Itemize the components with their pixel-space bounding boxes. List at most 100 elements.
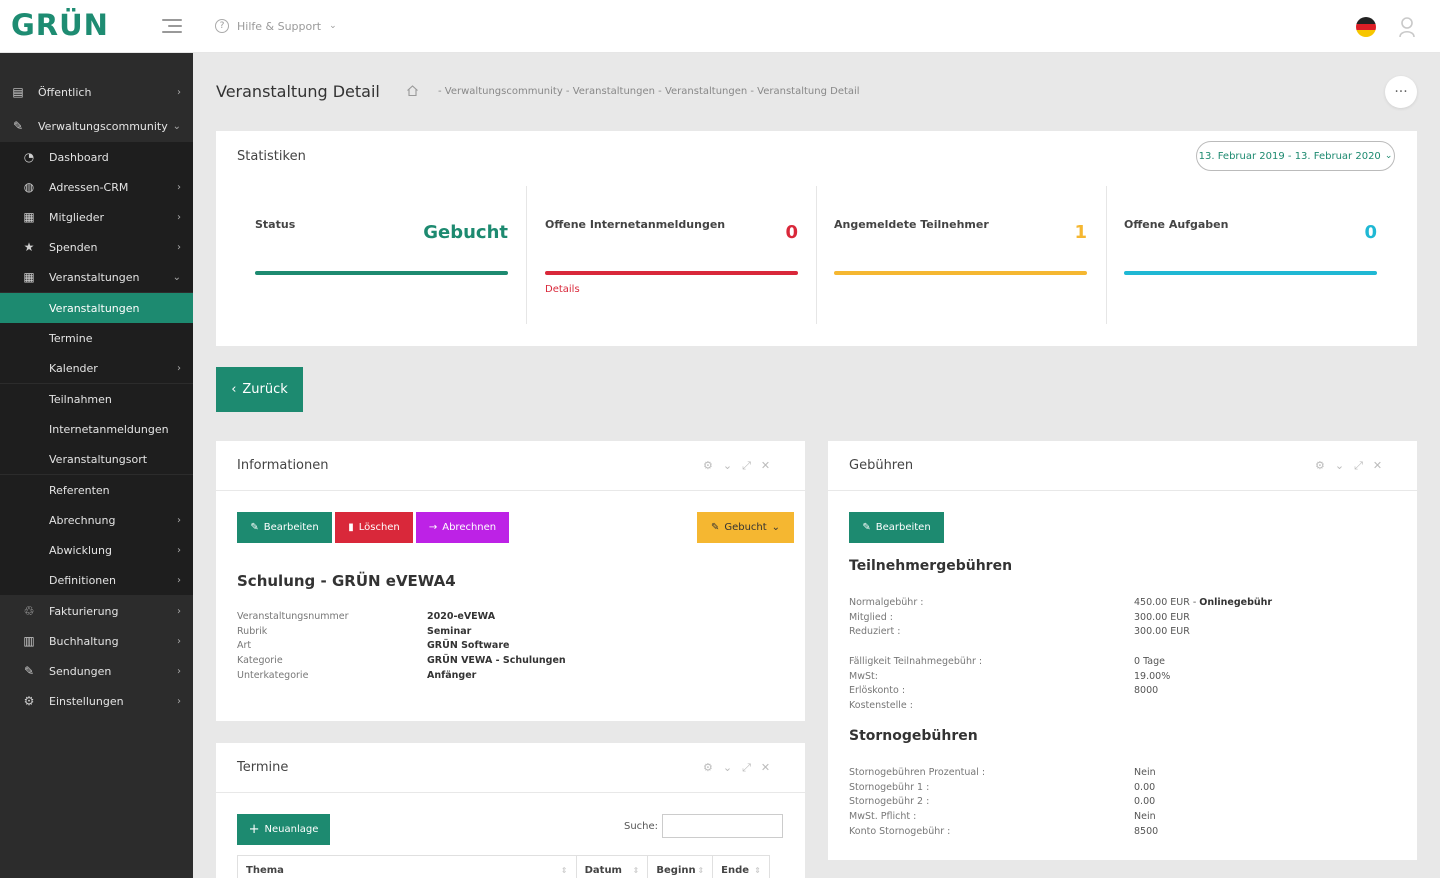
panel-title: Termine <box>237 760 289 775</box>
sidebar-item-adressen-crm[interactable]: ◍ Adressen-CRM › <box>0 172 193 202</box>
fee-keys-2: Fälligkeit Teilnahmegebühr : MwSt: Erlös… <box>849 656 983 712</box>
edit-fees-button[interactable]: ✎ Bearbeiten <box>849 512 944 543</box>
sidebar-item-veranstaltungen-group[interactable]: ▦ Veranstaltungen ⌄ <box>0 262 193 292</box>
search-input[interactable] <box>662 814 783 838</box>
info-values: 2020-eVEWA Seminar GRÜN Software GRÜN VE… <box>427 611 566 681</box>
logo[interactable]: GRÜN <box>11 8 109 42</box>
divider <box>1106 186 1107 324</box>
sidebar-item-dashboard[interactable]: ◔ Dashboard <box>0 142 193 172</box>
chevron-left-icon: ‹ <box>231 382 237 397</box>
close-icon[interactable]: ✕ <box>1373 459 1382 473</box>
sidebar-item-sendungen[interactable]: ✎ Sendungen › <box>0 656 193 686</box>
sidebar-item-spenden[interactable]: ★ Spenden › <box>0 232 193 262</box>
stat-status: Status Gebucht <box>255 186 508 326</box>
sidebar-item-termine[interactable]: Termine <box>0 323 193 353</box>
chevron-down-icon: ⌄ <box>329 21 337 31</box>
panel-tools: ⚙ ⌄ ⤢ ✕ <box>703 761 770 775</box>
fee-keys-1: Normalgebühr : Mitglied : Reduziert : <box>849 597 924 638</box>
chevron-right-icon: › <box>177 181 181 193</box>
gear-icon[interactable]: ⚙ <box>703 761 713 775</box>
sidebar-item-definitionen[interactable]: Definitionen › <box>0 565 193 595</box>
chevron-right-icon: › <box>177 665 181 677</box>
stat-bar <box>834 271 1087 275</box>
close-icon[interactable]: ✕ <box>761 761 770 775</box>
panel-tools: ⚙ ⌄ ⤢ ✕ <box>703 459 770 473</box>
expand-icon[interactable]: ⤢ <box>742 761 751 775</box>
stat-offene-internetanmeldungen: Offene Internetanmeldungen 0 Details <box>545 186 798 326</box>
date-range-picker[interactable]: 13. Februar 2019 - 13. Februar 2020 ⌄ <box>1196 141 1395 171</box>
sort-icon: ⇕ <box>754 865 761 875</box>
divider <box>816 186 817 324</box>
info-keys: Veranstaltungsnummer Rubrik Art Kategori… <box>237 611 349 681</box>
fee-keys-3: Stornogebühren Prozentual : Stornogebühr… <box>849 767 986 837</box>
sidebar-item-verwaltungscommunity[interactable]: ✎ Verwaltungscommunity ⌄ <box>0 111 193 141</box>
column-header-beginn[interactable]: Beginn ⇕ <box>648 856 714 878</box>
divider <box>526 186 527 324</box>
sidebar-item-veranstaltungsort[interactable]: Veranstaltungsort <box>0 444 193 474</box>
edit-button[interactable]: ✎ Bearbeiten <box>237 512 332 543</box>
sidebar-item-internetanmeldungen[interactable]: Internetanmeldungen <box>0 414 193 444</box>
id-card-icon: ▦ <box>23 210 35 224</box>
termine-panel: Termine ⚙ ⌄ ⤢ ✕ + Neuanlage Suche: Thema… <box>216 743 805 878</box>
stat-value: Gebucht <box>423 222 508 243</box>
statistics-card: Statistiken 13. Februar 2019 - 13. Febru… <box>216 131 1417 346</box>
chevron-right-icon: › <box>177 241 181 253</box>
expand-icon[interactable]: ⤢ <box>742 459 751 473</box>
collapse-icon[interactable]: ⌄ <box>723 761 732 775</box>
chevron-right-icon: › <box>177 514 181 526</box>
german-flag-icon[interactable] <box>1356 17 1376 37</box>
more-options-button[interactable]: ··· <box>1385 76 1417 108</box>
stat-value: 0 <box>1364 222 1377 243</box>
bill-button[interactable]: → Abrechnen <box>416 512 509 543</box>
panel-header: Gebühren ⚙ ⌄ ⤢ ✕ <box>828 441 1417 491</box>
information-panel: Informationen ⚙ ⌄ ⤢ ✕ ✎ Bearbeiten ▮ Lös… <box>216 441 805 721</box>
sidebar-item-veranstaltungen[interactable]: Veranstaltungen <box>0 293 193 323</box>
panel-title: Informationen <box>237 458 329 473</box>
user-icon[interactable] <box>1398 16 1416 38</box>
sidebar-item-mitglieder[interactable]: ▦ Mitglieder › <box>0 202 193 232</box>
home-icon[interactable] <box>406 84 419 97</box>
gear-icon[interactable]: ⚙ <box>1315 459 1325 473</box>
close-icon[interactable]: ✕ <box>761 459 770 473</box>
stat-offene-aufgaben: Offene Aufgaben 0 <box>1124 186 1377 326</box>
back-button-label: Zurück <box>242 382 288 397</box>
ledger-icon: ▥ <box>23 634 35 648</box>
sidebar-item-kalender[interactable]: Kalender › <box>0 353 193 383</box>
sidebar-item-fakturierung[interactable]: ♲ Fakturierung › <box>0 596 193 626</box>
help-support-menu[interactable]: ? Hilfe & Support ⌄ <box>215 19 337 33</box>
edit-fees-label: Bearbeiten <box>875 522 931 533</box>
sidebar-item-referenten[interactable]: Referenten <box>0 475 193 505</box>
column-header-datum[interactable]: Datum ⇕ <box>577 856 649 878</box>
new-entry-button[interactable]: + Neuanlage <box>237 814 330 845</box>
expand-icon[interactable]: ⤢ <box>1354 459 1363 473</box>
grid-icon: ▦ <box>23 270 35 284</box>
sidebar-item-abrechnung[interactable]: Abrechnung › <box>0 505 193 535</box>
cancellation-fees-heading: Stornogebühren <box>849 728 978 744</box>
sort-icon: ⇕ <box>632 865 640 875</box>
status-dropdown[interactable]: ✎ Gebucht ⌄ <box>697 512 794 543</box>
sidebar-item-teilnahmen[interactable]: Teilnahmen <box>0 384 193 414</box>
new-entry-label: Neuanlage <box>264 824 319 835</box>
help-support-label: Hilfe & Support <box>237 19 322 33</box>
breadcrumb[interactable]: - Verwaltungscommunity - Veranstaltungen… <box>438 86 860 97</box>
chevron-right-icon: › <box>177 605 181 617</box>
stat-bar <box>1124 271 1377 275</box>
collapse-icon[interactable]: ⌄ <box>723 459 732 473</box>
statistics-title: Statistiken <box>237 149 306 164</box>
fee-values-3: Nein 0.00 0.00 Nein 8500 <box>1134 767 1159 837</box>
back-button[interactable]: ‹ Zurück <box>216 367 303 412</box>
sidebar-item-abwicklung[interactable]: Abwicklung › <box>0 535 193 565</box>
column-header-ende[interactable]: Ende ⇕ <box>713 856 769 878</box>
collapse-icon[interactable]: ⌄ <box>1335 459 1344 473</box>
panel-tools: ⚙ ⌄ ⤢ ✕ <box>1315 459 1382 473</box>
sidebar-item-buchhaltung[interactable]: ▥ Buchhaltung › <box>0 626 193 656</box>
delete-button[interactable]: ▮ Löschen <box>335 512 413 543</box>
menu-toggle-icon[interactable] <box>162 19 182 33</box>
sidebar-item-oeffentlich[interactable]: ▤ Öffentlich › <box>0 77 193 107</box>
details-link[interactable]: Details <box>545 284 580 295</box>
panel-header: Informationen ⚙ ⌄ ⤢ ✕ <box>216 441 805 491</box>
column-header-thema[interactable]: Thema ⇕ <box>238 856 577 878</box>
sidebar-item-einstellungen[interactable]: ⚙ Einstellungen › <box>0 686 193 716</box>
plus-icon: + <box>248 822 260 837</box>
gear-icon[interactable]: ⚙ <box>703 459 713 473</box>
